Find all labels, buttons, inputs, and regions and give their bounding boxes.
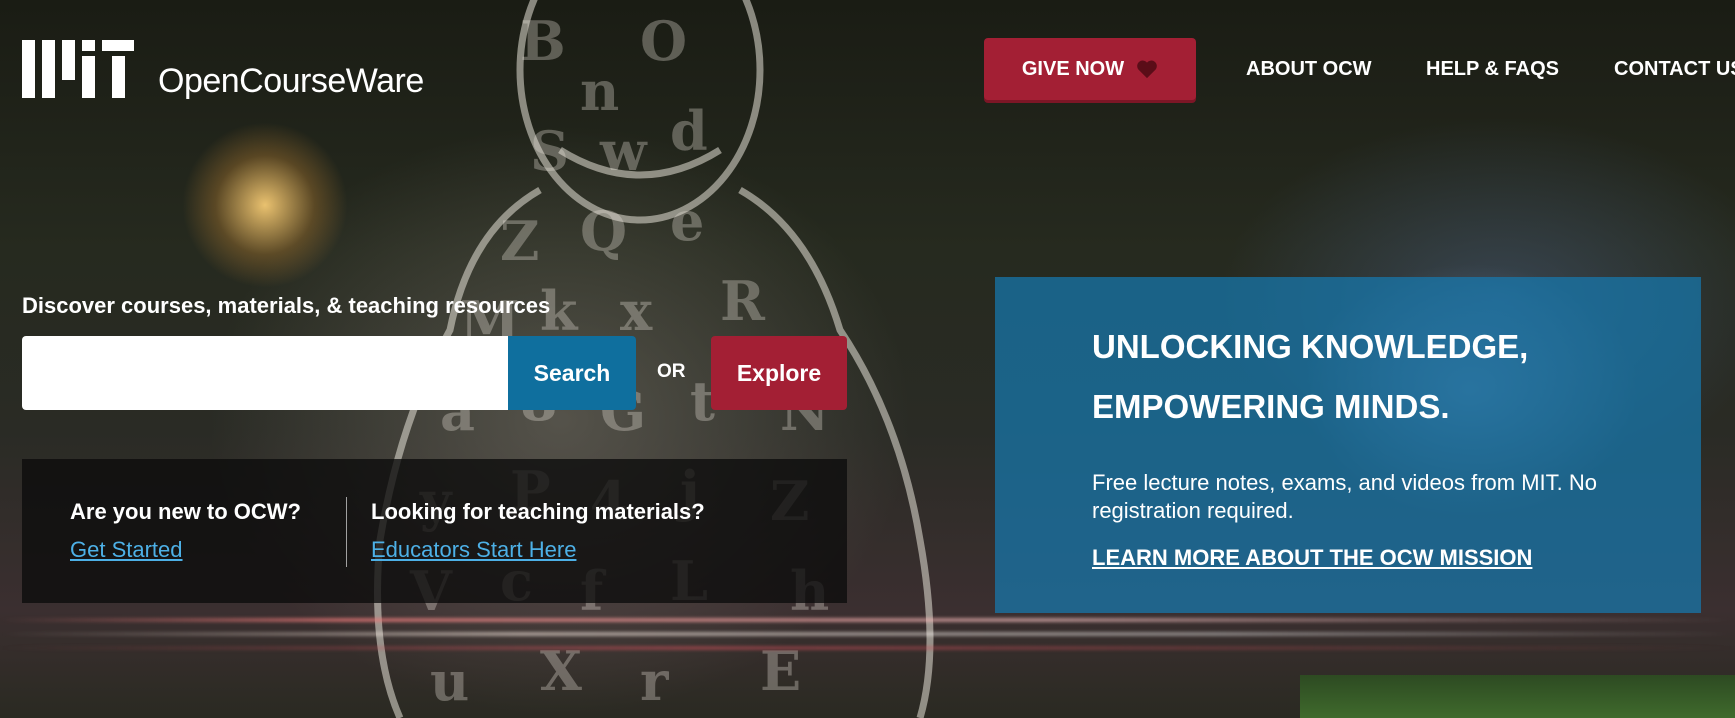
- mission-subtitle: Free lecture notes, exams, and videos fr…: [1092, 470, 1597, 523]
- getting-started-panel: Are you new to OCW? Get Started Looking …: [22, 459, 847, 603]
- light-streak: [0, 646, 1735, 650]
- give-now-button[interactable]: GIVE NOW: [984, 38, 1196, 100]
- new-to-ocw-block: Are you new to OCW? Get Started: [70, 499, 301, 563]
- mission-title: UNLOCKING KNOWLEDGE, EMPOWERING MINDS.: [1092, 328, 1529, 425]
- svg-text:x: x: [620, 279, 653, 343]
- svg-text:Q: Q: [580, 199, 627, 263]
- svg-text:n: n: [580, 59, 619, 123]
- svg-text:u: u: [430, 649, 469, 713]
- mit-logo-icon: [22, 40, 134, 98]
- light-streak: [0, 632, 1735, 636]
- svg-text:B: B: [520, 9, 566, 73]
- svg-text:d: d: [670, 99, 708, 163]
- nav-contact-us[interactable]: CONTACT US: [1614, 58, 1735, 81]
- explore-button[interactable]: Explore: [711, 336, 847, 410]
- svg-text:r: r: [640, 649, 669, 713]
- heart-icon: [1137, 60, 1157, 79]
- get-started-link[interactable]: Get Started: [70, 537, 183, 563]
- svg-text:Z: Z: [500, 209, 539, 273]
- brand-name: OpenCourseWare: [158, 62, 424, 100]
- svg-text:S: S: [530, 119, 569, 183]
- light-streak: [0, 618, 1735, 622]
- search-heading: Discover courses, materials, & teaching …: [22, 293, 551, 318]
- learn-more-mission-link[interactable]: LEARN MORE ABOUT THE OCW MISSION: [1092, 545, 1532, 571]
- or-separator: OR: [657, 361, 686, 382]
- svg-text:w: w: [599, 119, 648, 183]
- nav-help-faqs[interactable]: HELP & FAQS: [1426, 58, 1559, 81]
- svg-text:R: R: [720, 269, 766, 333]
- svg-text:e: e: [670, 189, 704, 253]
- lawn: [1300, 675, 1735, 718]
- search-button[interactable]: Search: [508, 336, 636, 410]
- search-input[interactable]: [22, 336, 508, 410]
- teaching-materials-question: Looking for teaching materials?: [371, 499, 705, 524]
- educators-start-link[interactable]: Educators Start Here: [371, 537, 576, 563]
- svg-text:O: O: [640, 9, 687, 73]
- home-logo-link[interactable]: OpenCourseWare: [22, 40, 424, 98]
- divider: [346, 497, 347, 567]
- nav-about-ocw[interactable]: ABOUT OCW: [1246, 58, 1372, 81]
- mission-panel: UNLOCKING KNOWLEDGE, EMPOWERING MINDS. F…: [995, 277, 1701, 613]
- give-now-label: GIVE NOW: [1021, 57, 1125, 80]
- new-to-ocw-question: Are you new to OCW?: [70, 499, 301, 524]
- teaching-materials-block: Looking for teaching materials? Educator…: [371, 499, 705, 563]
